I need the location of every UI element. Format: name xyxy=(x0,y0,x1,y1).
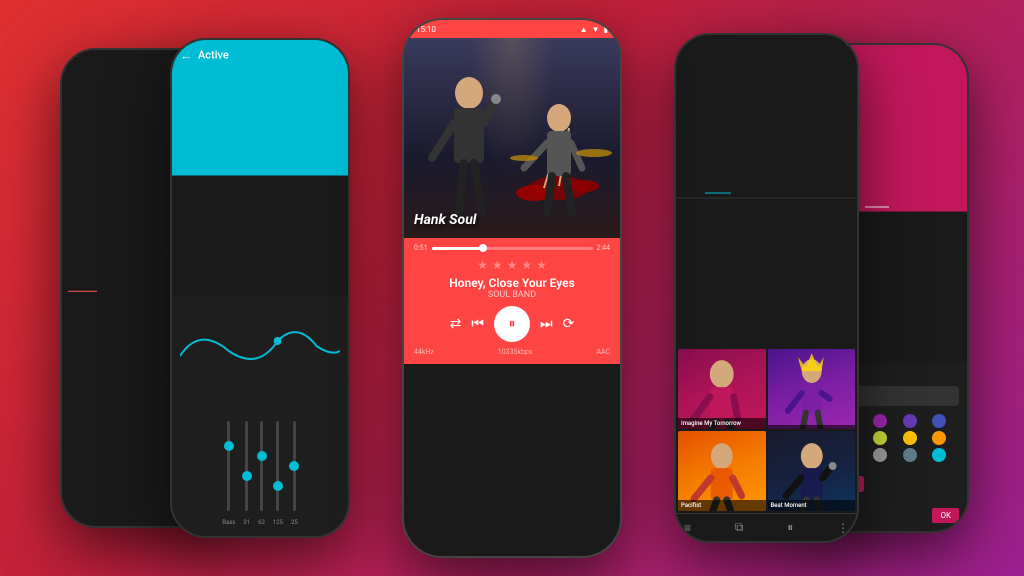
eq-slider-25[interactable]: 25 xyxy=(291,421,298,526)
menu-icon[interactable]: ≡ xyxy=(684,521,691,535)
eq-slider-62[interactable]: 62 xyxy=(258,421,265,526)
album-cell-1[interactable]: Imagine My Tomorrow xyxy=(678,349,766,429)
album-art-3 xyxy=(678,431,766,511)
album-title-3: Pacifist xyxy=(678,500,766,511)
album-name-overlay: Hank Soul xyxy=(414,212,476,228)
progress-fill xyxy=(432,247,484,250)
slider-label-125: 125 xyxy=(273,519,283,526)
player-bottom-bar: ≡ ⧉ ⏸ ⋮ xyxy=(676,513,857,541)
prev-button[interactable]: ⏮ xyxy=(471,316,484,332)
status-bar-main: 15:10 ▲ ▼ ▮ xyxy=(404,20,620,38)
tabs-albums: LISTS ALBUMS FOLDERS FOLDERS xyxy=(676,33,859,199)
song-artist-main: SOUL BAND xyxy=(414,290,610,300)
more-icon[interactable]: ⋮ xyxy=(837,521,849,535)
pause-icon-bottom[interactable]: ⏸ xyxy=(787,520,793,535)
eq-slider-125[interactable]: 125 xyxy=(273,421,283,526)
song-title-main: Honey, Close Your Eyes xyxy=(414,276,610,290)
eq-sliders: Bass 31 62 125 25 xyxy=(222,406,298,526)
audio-kbps: 10335kbps xyxy=(498,348,533,356)
eq-header: ← Active xyxy=(172,38,350,176)
album-art-4 xyxy=(768,431,856,511)
slider-label-62: 62 xyxy=(258,519,265,526)
tab-composers[interactable]: COMPOSERS xyxy=(131,48,171,292)
color-cyan[interactable] xyxy=(932,448,946,462)
tab-playlist[interactable]: PLAYLIST xyxy=(895,43,922,208)
star-4[interactable]: ★ xyxy=(521,258,532,272)
player-controls: ⇄ ⏮ ⏸ ⏭ ⟳ xyxy=(414,306,610,342)
tab-folders-1[interactable]: FOLDERS xyxy=(737,33,765,194)
audio-hz: 44kHz xyxy=(414,348,434,356)
color-purple[interactable] xyxy=(873,414,887,428)
pause-icon: ⏸ xyxy=(509,316,516,332)
progress-bar[interactable] xyxy=(432,247,593,250)
repeat-button[interactable]: ⟳ xyxy=(563,316,575,332)
tab-albums[interactable]: ALBUMS xyxy=(705,33,731,194)
albums-grid: Imagine My Tomorrow xyxy=(676,347,857,513)
color-deep-purple[interactable] xyxy=(903,414,917,428)
tab-albums-right[interactable]: ALBUMS xyxy=(865,43,889,208)
color-grey[interactable] xyxy=(873,448,887,462)
ok-button[interactable]: OK xyxy=(932,508,959,523)
album-title-2 xyxy=(768,425,856,429)
eq-title: Active xyxy=(198,49,229,62)
phone-equalizer: 15:15 ▲▲ ▮ ← Active Bass 31 xyxy=(170,38,350,538)
eq-content: Bass 31 62 125 25 xyxy=(172,296,348,536)
phone-main-player: 15:10 ▲ ▼ ▮ xyxy=(402,18,622,558)
slider-label-31: 31 xyxy=(243,519,250,526)
tab-folders-2[interactable]: FOLDERS xyxy=(771,33,799,194)
slider-label-25: 25 xyxy=(291,519,298,526)
album-cell-2[interactable] xyxy=(768,349,856,429)
color-orange[interactable] xyxy=(932,431,946,445)
battery-main-icon: ▮ xyxy=(604,25,608,34)
star-2[interactable]: ★ xyxy=(492,258,503,272)
time-main: 15:10 xyxy=(416,25,436,34)
album-title-4: Beat Moment xyxy=(768,500,856,511)
eq-curve-chart xyxy=(180,306,340,386)
album-cell-3[interactable]: Pacifist xyxy=(678,431,766,511)
color-indigo[interactable] xyxy=(932,414,946,428)
audio-info: 44kHz 10335kbps AAC xyxy=(414,348,610,356)
phone-albums: 15:10 ▲ ▮ LISTS ALBUMS FOLDERS FOLDERS xyxy=(674,33,859,543)
audio-format: AAC xyxy=(596,348,610,356)
star-1[interactable]: ★ xyxy=(477,258,488,272)
star-3[interactable]: ★ xyxy=(507,258,518,272)
album-cell-4[interactable]: Beat Moment xyxy=(768,431,856,511)
signal-main-icon: ▲ xyxy=(580,25,588,34)
album-title-1: Imagine My Tomorrow xyxy=(678,418,766,429)
progress-dot xyxy=(479,244,487,252)
progress-container: 0:51 2:44 xyxy=(414,244,610,252)
star-5[interactable]: ★ xyxy=(536,258,547,272)
tab-genres[interactable]: GENRES xyxy=(101,48,127,292)
album-art-2 xyxy=(768,349,856,429)
back-button[interactable]: ← xyxy=(180,48,192,62)
band-illustration xyxy=(404,38,620,238)
pause-button[interactable]: ⏸ xyxy=(494,306,530,342)
album-art-1 xyxy=(678,349,766,429)
time-current: 0:51 xyxy=(414,244,428,252)
shuffle-button[interactable]: ⇄ xyxy=(450,316,462,332)
slider-label-bass: Bass xyxy=(222,519,235,526)
tab-lists[interactable]: LISTS xyxy=(682,33,699,194)
layers-icon[interactable]: ⧉ xyxy=(735,520,744,535)
tab-folders[interactable]: FOLDERS xyxy=(68,48,97,292)
album-art: Hank Soul xyxy=(404,38,620,238)
time-total: 2:44 xyxy=(597,244,611,252)
rating-stars[interactable]: ★ ★ ★ ★ ★ xyxy=(414,258,610,272)
next-button[interactable]: ⏭ xyxy=(540,316,553,332)
wifi-main-icon: ▼ xyxy=(592,25,600,34)
color-lime[interactable] xyxy=(873,431,887,445)
color-amber[interactable] xyxy=(903,431,917,445)
player-bottom: 0:51 2:44 ★ ★ ★ ★ ★ Honey, Close Your Ey… xyxy=(404,238,620,364)
color-blue-grey[interactable] xyxy=(903,448,917,462)
eq-slider-31[interactable]: 31 xyxy=(243,421,250,526)
eq-slider-bass[interactable]: Bass xyxy=(222,421,235,526)
